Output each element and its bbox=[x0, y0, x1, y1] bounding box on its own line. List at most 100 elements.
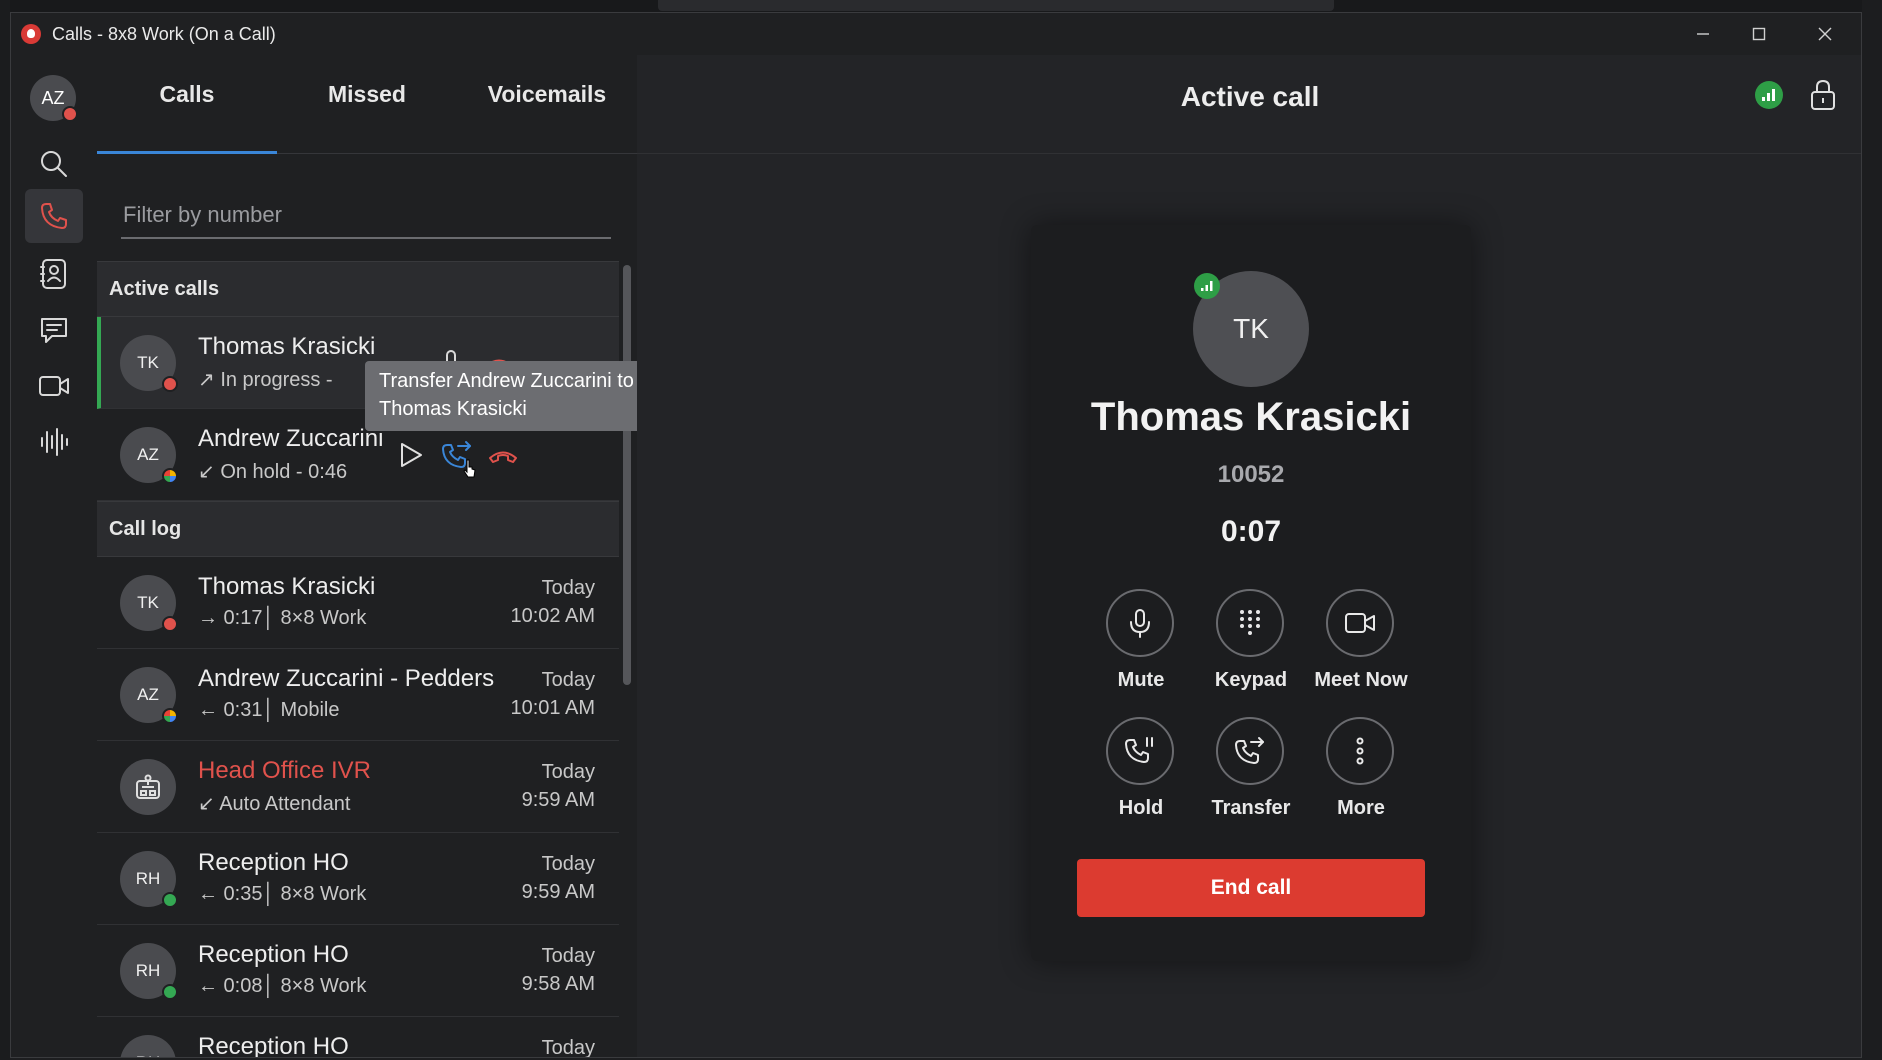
end-call-button[interactable]: End call bbox=[1077, 859, 1425, 917]
meet-now-button[interactable]: Meet Now bbox=[1303, 589, 1419, 709]
chat-icon bbox=[41, 318, 67, 343]
tab-calls[interactable]: Calls bbox=[97, 81, 277, 108]
ivr-icon bbox=[136, 774, 160, 799]
rail-calls-button[interactable] bbox=[25, 189, 83, 243]
mute-button-circle[interactable] bbox=[1106, 589, 1174, 657]
background-search-bar bbox=[658, 0, 1334, 11]
hold-button-circle[interactable] bbox=[1106, 717, 1174, 785]
contact-name: Head Office IVR bbox=[198, 757, 371, 784]
call-time: 10:02 AM bbox=[510, 605, 595, 627]
rail-messages-button[interactable] bbox=[25, 303, 83, 357]
hangup-held-call-button[interactable] bbox=[483, 435, 523, 475]
lock-icon bbox=[1811, 79, 1835, 110]
avatar: RH bbox=[120, 1035, 176, 1057]
call-log-row[interactable]: RH Reception HO ← 0:35│ 8×8 Work Today 9… bbox=[97, 833, 619, 925]
call-log-row[interactable]: RH Reception HO Today bbox=[97, 1017, 619, 1058]
call-details: ↙ Auto Attendant bbox=[198, 793, 351, 815]
tab-voicemails[interactable]: Voicemails bbox=[457, 81, 637, 108]
status-available-icon bbox=[162, 892, 178, 908]
rail-transcription-button[interactable] bbox=[25, 415, 83, 469]
status-available-icon bbox=[162, 984, 178, 1000]
contact-name: Thomas Krasicki bbox=[198, 333, 376, 360]
status-away-icon bbox=[162, 468, 178, 484]
status-busy-icon bbox=[162, 376, 178, 392]
contact-name: Reception HO bbox=[198, 1033, 349, 1058]
avatar-initials: AZ bbox=[137, 685, 159, 704]
caller-signal-badge bbox=[1194, 273, 1220, 299]
call-log-header-label: Call log bbox=[109, 518, 182, 540]
signal-bars-icon bbox=[1201, 281, 1213, 291]
keypad-button[interactable]: Keypad bbox=[1193, 589, 1309, 709]
meet-now-label: Meet Now bbox=[1314, 669, 1408, 691]
resume-call-button[interactable] bbox=[391, 435, 431, 475]
more-vertical-icon bbox=[1356, 737, 1364, 765]
call-card: TK Thomas Krasicki 10052 0:07 Mute Keypa… bbox=[1031, 225, 1471, 961]
caller-name: Thomas Krasicki bbox=[1090, 395, 1412, 439]
search-icon bbox=[41, 151, 67, 177]
rail-meetings-button[interactable] bbox=[25, 359, 83, 413]
avatar-initials: TK bbox=[137, 353, 159, 372]
keypad-icon bbox=[1240, 610, 1260, 635]
call-timer: 0:07 bbox=[1220, 515, 1282, 548]
more-label: More bbox=[1337, 797, 1385, 819]
call-log-header: Call log bbox=[97, 501, 619, 557]
more-button[interactable]: More bbox=[1303, 717, 1419, 837]
call-log-row[interactable]: RH Reception HO ← 0:08│ 8×8 Work Today 9… bbox=[97, 925, 619, 1017]
phone-transfer-icon bbox=[1235, 737, 1264, 764]
rail-contacts-button[interactable] bbox=[25, 247, 83, 301]
microphone-icon bbox=[1130, 609, 1150, 638]
play-icon bbox=[401, 443, 422, 467]
tab-missed[interactable]: Missed bbox=[277, 81, 457, 108]
calls-list-scrollbar[interactable] bbox=[623, 265, 631, 685]
avatar-initials: RH bbox=[135, 869, 161, 888]
call-day: Today bbox=[541, 945, 595, 967]
maximize-icon bbox=[1752, 27, 1766, 41]
call-log-row[interactable]: Head Office IVR ↙ Auto Attendant Today 9… bbox=[97, 741, 619, 833]
title-bar: Calls - 8x8 Work (On a Call) bbox=[11, 13, 1861, 55]
call-day: Today bbox=[541, 577, 595, 599]
close-icon bbox=[1818, 27, 1832, 41]
active-call-header: Active call bbox=[637, 55, 1861, 154]
contact-name: Thomas Krasicki bbox=[198, 573, 376, 600]
user-avatar[interactable]: AZ bbox=[30, 75, 78, 122]
call-time: 9:59 AM bbox=[521, 789, 595, 811]
transfer-button[interactable]: Transfer bbox=[1193, 717, 1309, 837]
contact-name: Andrew Zuccarini bbox=[198, 425, 384, 452]
keypad-button-circle[interactable] bbox=[1216, 589, 1284, 657]
avatar: AZ bbox=[120, 427, 178, 484]
call-log-row[interactable]: AZ Andrew Zuccarini - Pedders ← 0:31│ Mo… bbox=[97, 649, 619, 741]
call-time: 10:01 AM bbox=[510, 697, 595, 719]
mute-button[interactable]: Mute bbox=[1083, 589, 1199, 709]
avatar: TK bbox=[120, 335, 178, 392]
secure-call-button[interactable] bbox=[1809, 79, 1837, 116]
page-title: Active call bbox=[1180, 81, 1320, 112]
minimize-button[interactable] bbox=[1679, 19, 1727, 49]
call-quality-button[interactable] bbox=[1755, 81, 1783, 109]
hold-button[interactable]: Hold bbox=[1083, 717, 1199, 837]
transfer-button-circle[interactable] bbox=[1216, 717, 1284, 785]
active-tab-indicator bbox=[97, 151, 277, 154]
user-avatar-initials: AZ bbox=[41, 87, 65, 108]
filter-by-number-input[interactable] bbox=[121, 193, 611, 239]
call-day: Today bbox=[541, 669, 595, 691]
avatar: TK bbox=[120, 575, 178, 632]
caller-extension: 10052 bbox=[1217, 461, 1285, 488]
call-day: Today bbox=[541, 761, 595, 783]
close-window-button[interactable] bbox=[1801, 19, 1849, 49]
call-details: → 0:17│ 8×8 Work bbox=[198, 607, 367, 629]
hang-up-icon bbox=[489, 451, 517, 463]
call-details: ← 0:35│ 8×8 Work bbox=[198, 883, 367, 905]
maximize-button[interactable] bbox=[1735, 19, 1783, 49]
avatar-initials: RH bbox=[136, 1053, 161, 1057]
active-calls-header: Active calls bbox=[97, 261, 619, 317]
user-status-busy-icon bbox=[62, 106, 78, 122]
rail-search-button[interactable] bbox=[25, 137, 83, 191]
contacts-icon bbox=[40, 259, 66, 289]
meet-now-button-circle[interactable] bbox=[1326, 589, 1394, 657]
call-time: 9:59 AM bbox=[521, 881, 595, 903]
status-away-icon bbox=[162, 708, 178, 724]
background-left-edge bbox=[0, 0, 10, 1060]
more-button-circle[interactable] bbox=[1326, 717, 1394, 785]
call-log-row[interactable]: TK Thomas Krasicki → 0:17│ 8×8 Work Toda… bbox=[97, 557, 619, 649]
call-details: ← 0:08│ 8×8 Work bbox=[198, 975, 367, 997]
